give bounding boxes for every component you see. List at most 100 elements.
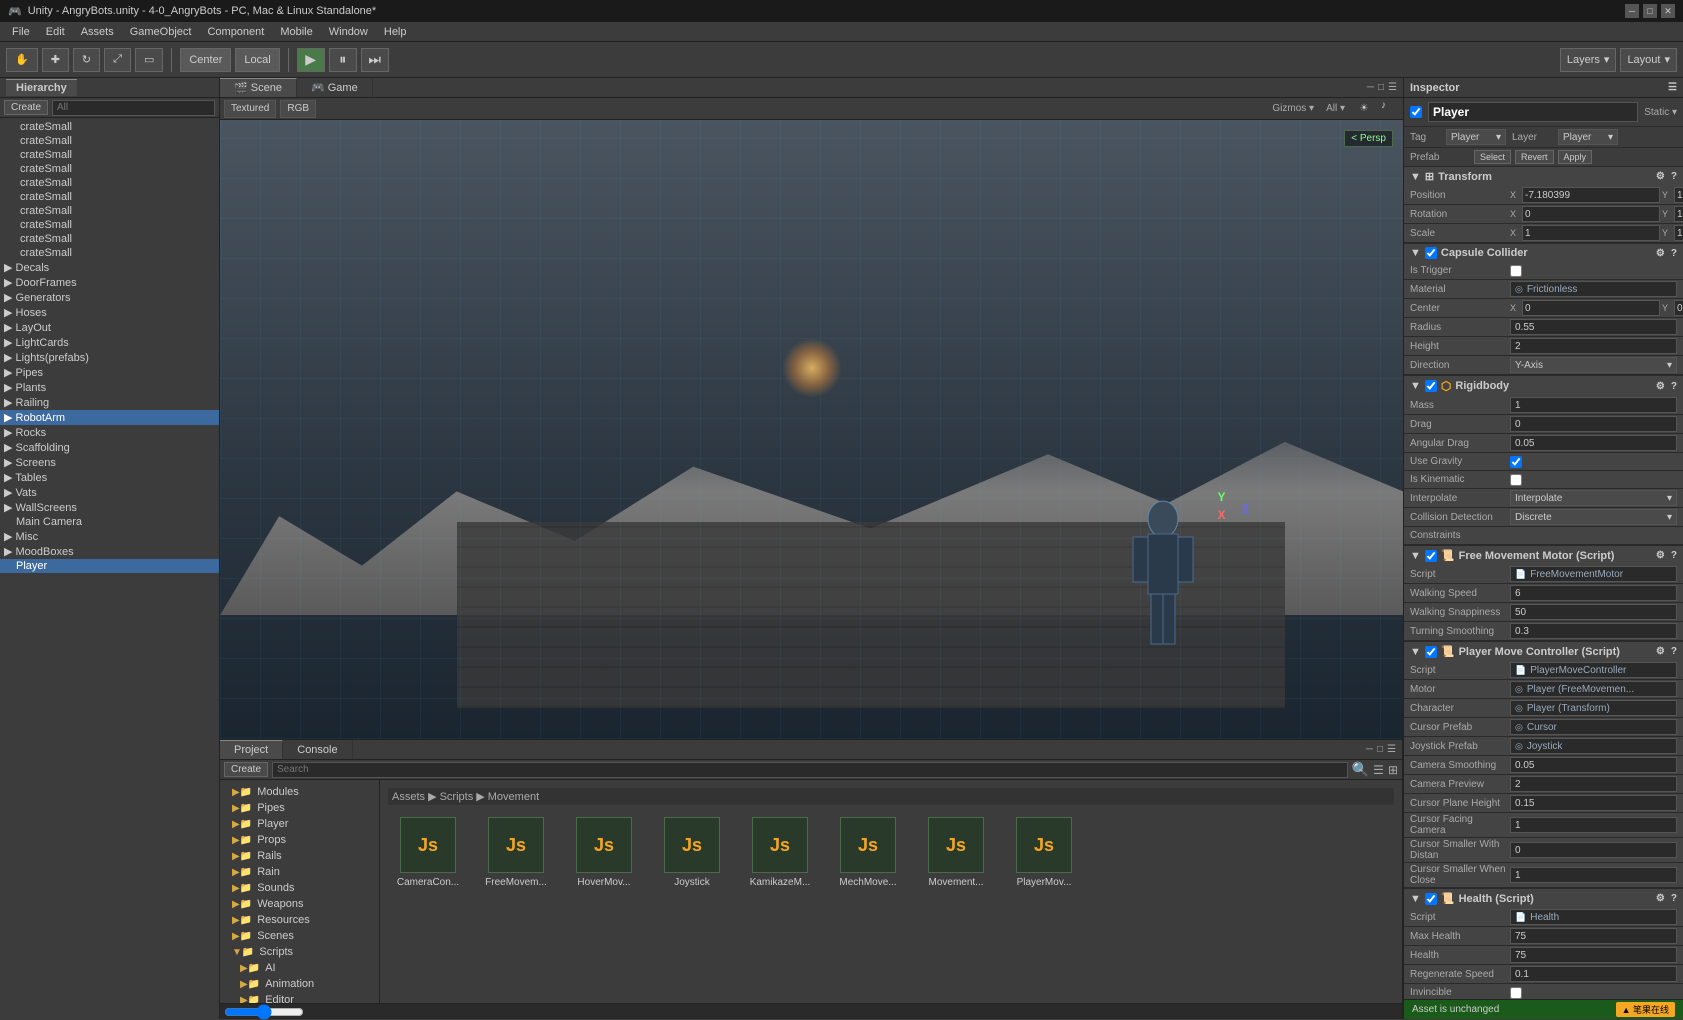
motor-field[interactable]: ◎ Player (FreeMovemen...	[1510, 681, 1677, 697]
menu-help[interactable]: Help	[376, 24, 415, 40]
static-label[interactable]: Static ▾	[1644, 107, 1677, 118]
walking-speed-field[interactable]	[1510, 585, 1677, 601]
angular-drag-field[interactable]	[1510, 435, 1677, 451]
menu-edit[interactable]: Edit	[38, 24, 73, 40]
pivot-local-button[interactable]: Local	[235, 48, 279, 72]
direction-dropdown[interactable]: Y-Axis▾	[1510, 357, 1677, 373]
rigidbody-checkbox[interactable]	[1425, 380, 1437, 392]
file-movement[interactable]: Js Movement...	[916, 813, 996, 892]
capsule-collider-header[interactable]: ▼ Capsule Collider ⚙ ?	[1404, 244, 1683, 262]
scene-gizmos[interactable]: Gizmos ▾	[1272, 103, 1314, 114]
tab-console[interactable]: Console	[283, 740, 352, 759]
capsule-collider-checkbox[interactable]	[1425, 247, 1437, 259]
cursor-plane-field[interactable]	[1510, 795, 1677, 811]
scene-maximize-btn[interactable]: □	[1378, 82, 1384, 93]
tag-dropdown[interactable]: Player▾	[1446, 129, 1506, 145]
fm-script-field[interactable]: 📄 FreeMovementMotor	[1510, 566, 1677, 582]
material-field[interactable]: ◎ Frictionless	[1510, 281, 1677, 297]
project-create-button[interactable]: Create	[224, 762, 268, 777]
hand-tool[interactable]: ✋	[6, 48, 38, 72]
project-maximize-btn[interactable]: □	[1377, 744, 1383, 755]
collision-detection-dropdown[interactable]: Discrete▾	[1510, 509, 1677, 525]
max-health-field[interactable]	[1510, 928, 1677, 944]
hierarchy-vats[interactable]: ▶ Vats	[0, 485, 219, 500]
center-x-field[interactable]	[1522, 300, 1660, 316]
tab-project[interactable]: Project	[220, 740, 283, 759]
hierarchy-plants[interactable]: ▶ Plants	[0, 380, 219, 395]
apply-button[interactable]: Apply	[1558, 150, 1593, 164]
radius-field[interactable]	[1510, 319, 1677, 335]
project-menu-btn[interactable]: ☰	[1387, 744, 1396, 755]
rect-tool[interactable]: ▭	[135, 48, 163, 72]
list-item[interactable]: crateSmall	[0, 204, 219, 218]
invincible-checkbox[interactable]	[1510, 987, 1522, 999]
hierarchy-pipes[interactable]: ▶ Pipes	[0, 365, 219, 380]
cursor-prefab-field[interactable]: ◎ Cursor	[1510, 719, 1677, 735]
walking-snappiness-field[interactable]	[1510, 604, 1677, 620]
layers-dropdown[interactable]: Layers▾	[1560, 48, 1617, 72]
hierarchy-scaffolding[interactable]: ▶ Scaffolding	[0, 440, 219, 455]
menu-component[interactable]: Component	[199, 24, 272, 40]
hierarchy-decals[interactable]: ▶ Decals	[0, 260, 219, 275]
folder-scripts[interactable]: ▼📁 Scripts	[220, 944, 379, 960]
tab-game[interactable]: 🎮 Game	[297, 78, 373, 97]
free-movement-header[interactable]: ▼ 📜 Free Movement Motor (Script) ⚙ ?	[1404, 546, 1683, 565]
project-minimize-btn[interactable]: ─	[1366, 744, 1373, 755]
folder-rails[interactable]: ▶📁 Rails	[220, 848, 379, 864]
health-script-field[interactable]: 📄 Health	[1510, 909, 1677, 925]
rotate-tool[interactable]: ↻	[73, 48, 100, 72]
hierarchy-hoses[interactable]: ▶ Hoses	[0, 305, 219, 320]
drag-field[interactable]	[1510, 416, 1677, 432]
height-field[interactable]	[1510, 338, 1677, 354]
file-freemovement[interactable]: Js FreeMovem...	[476, 813, 556, 892]
layout-dropdown[interactable]: Layout▾	[1620, 48, 1677, 72]
player-move-settings-icon[interactable]: ⚙	[1656, 646, 1665, 657]
project-list-icon[interactable]: ☰	[1373, 763, 1384, 777]
hierarchy-misc[interactable]: ▶ Misc	[0, 529, 219, 544]
scale-tool[interactable]: ⤢	[104, 48, 131, 72]
transform-settings-icon[interactable]: ⚙	[1656, 171, 1665, 182]
folder-props[interactable]: ▶📁 Props	[220, 832, 379, 848]
scale-y-field[interactable]	[1674, 225, 1683, 241]
scene-viewport[interactable]: Textured RGB Gizmos ▾ All ▾ ☀ ♪	[220, 98, 1403, 739]
hierarchy-screens[interactable]: ▶ Screens	[0, 455, 219, 470]
free-movement-help-icon[interactable]: ?	[1671, 550, 1677, 561]
menu-assets[interactable]: Assets	[73, 24, 122, 40]
list-item[interactable]: crateSmall	[0, 246, 219, 260]
joystick-prefab-field[interactable]: ◎ Joystick	[1510, 738, 1677, 754]
hierarchy-lightcards[interactable]: ▶ LightCards	[0, 335, 219, 350]
scene-sound-icon[interactable]: ♪	[1381, 100, 1399, 118]
rot-x-field[interactable]	[1522, 206, 1660, 222]
scene-textured-btn[interactable]: Textured	[224, 100, 276, 118]
maximize-button[interactable]: □	[1643, 4, 1657, 18]
hierarchy-search[interactable]	[52, 100, 215, 116]
hierarchy-main-camera[interactable]: Main Camera	[0, 515, 219, 529]
hierarchy-tab[interactable]: Hierarchy	[6, 79, 77, 96]
scale-x-field[interactable]	[1522, 225, 1660, 241]
hierarchy-rocks[interactable]: ▶ Rocks	[0, 425, 219, 440]
free-movement-settings-icon[interactable]: ⚙	[1656, 550, 1665, 561]
hierarchy-tables[interactable]: ▶ Tables	[0, 470, 219, 485]
pivot-center-button[interactable]: Center	[180, 48, 231, 72]
health-settings-icon[interactable]: ⚙	[1656, 893, 1665, 904]
object-active-checkbox[interactable]	[1410, 106, 1422, 118]
folder-pipes[interactable]: ▶📁 Pipes	[220, 800, 379, 816]
camera-smoothing-field[interactable]	[1510, 757, 1677, 773]
file-joystick[interactable]: Js Joystick	[652, 813, 732, 892]
scene-menu-btn[interactable]: ☰	[1388, 82, 1397, 93]
list-item[interactable]: crateSmall	[0, 134, 219, 148]
menu-file[interactable]: File	[4, 24, 38, 40]
pm-script-field[interactable]: 📄 PlayerMoveController	[1510, 662, 1677, 678]
hierarchy-wallscreens[interactable]: ▶ WallScreens	[0, 500, 219, 515]
player-move-checkbox[interactable]	[1425, 646, 1437, 658]
camera-preview-field[interactable]	[1510, 776, 1677, 792]
file-kamikaze[interactable]: Js KamikazeM...	[740, 813, 820, 892]
folder-player[interactable]: ▶📁 Player	[220, 816, 379, 832]
hierarchy-player[interactable]: Player	[0, 559, 219, 573]
hierarchy-lights-prefabs[interactable]: ▶ Lights(prefabs)	[0, 350, 219, 365]
play-button[interactable]: ▶	[297, 48, 325, 72]
list-item[interactable]: crateSmall	[0, 232, 219, 246]
transform-header[interactable]: ▼ ⊞ Transform ⚙ ?	[1404, 167, 1683, 186]
rigidbody-settings-icon[interactable]: ⚙	[1656, 381, 1665, 392]
object-name-field[interactable]	[1428, 102, 1638, 122]
